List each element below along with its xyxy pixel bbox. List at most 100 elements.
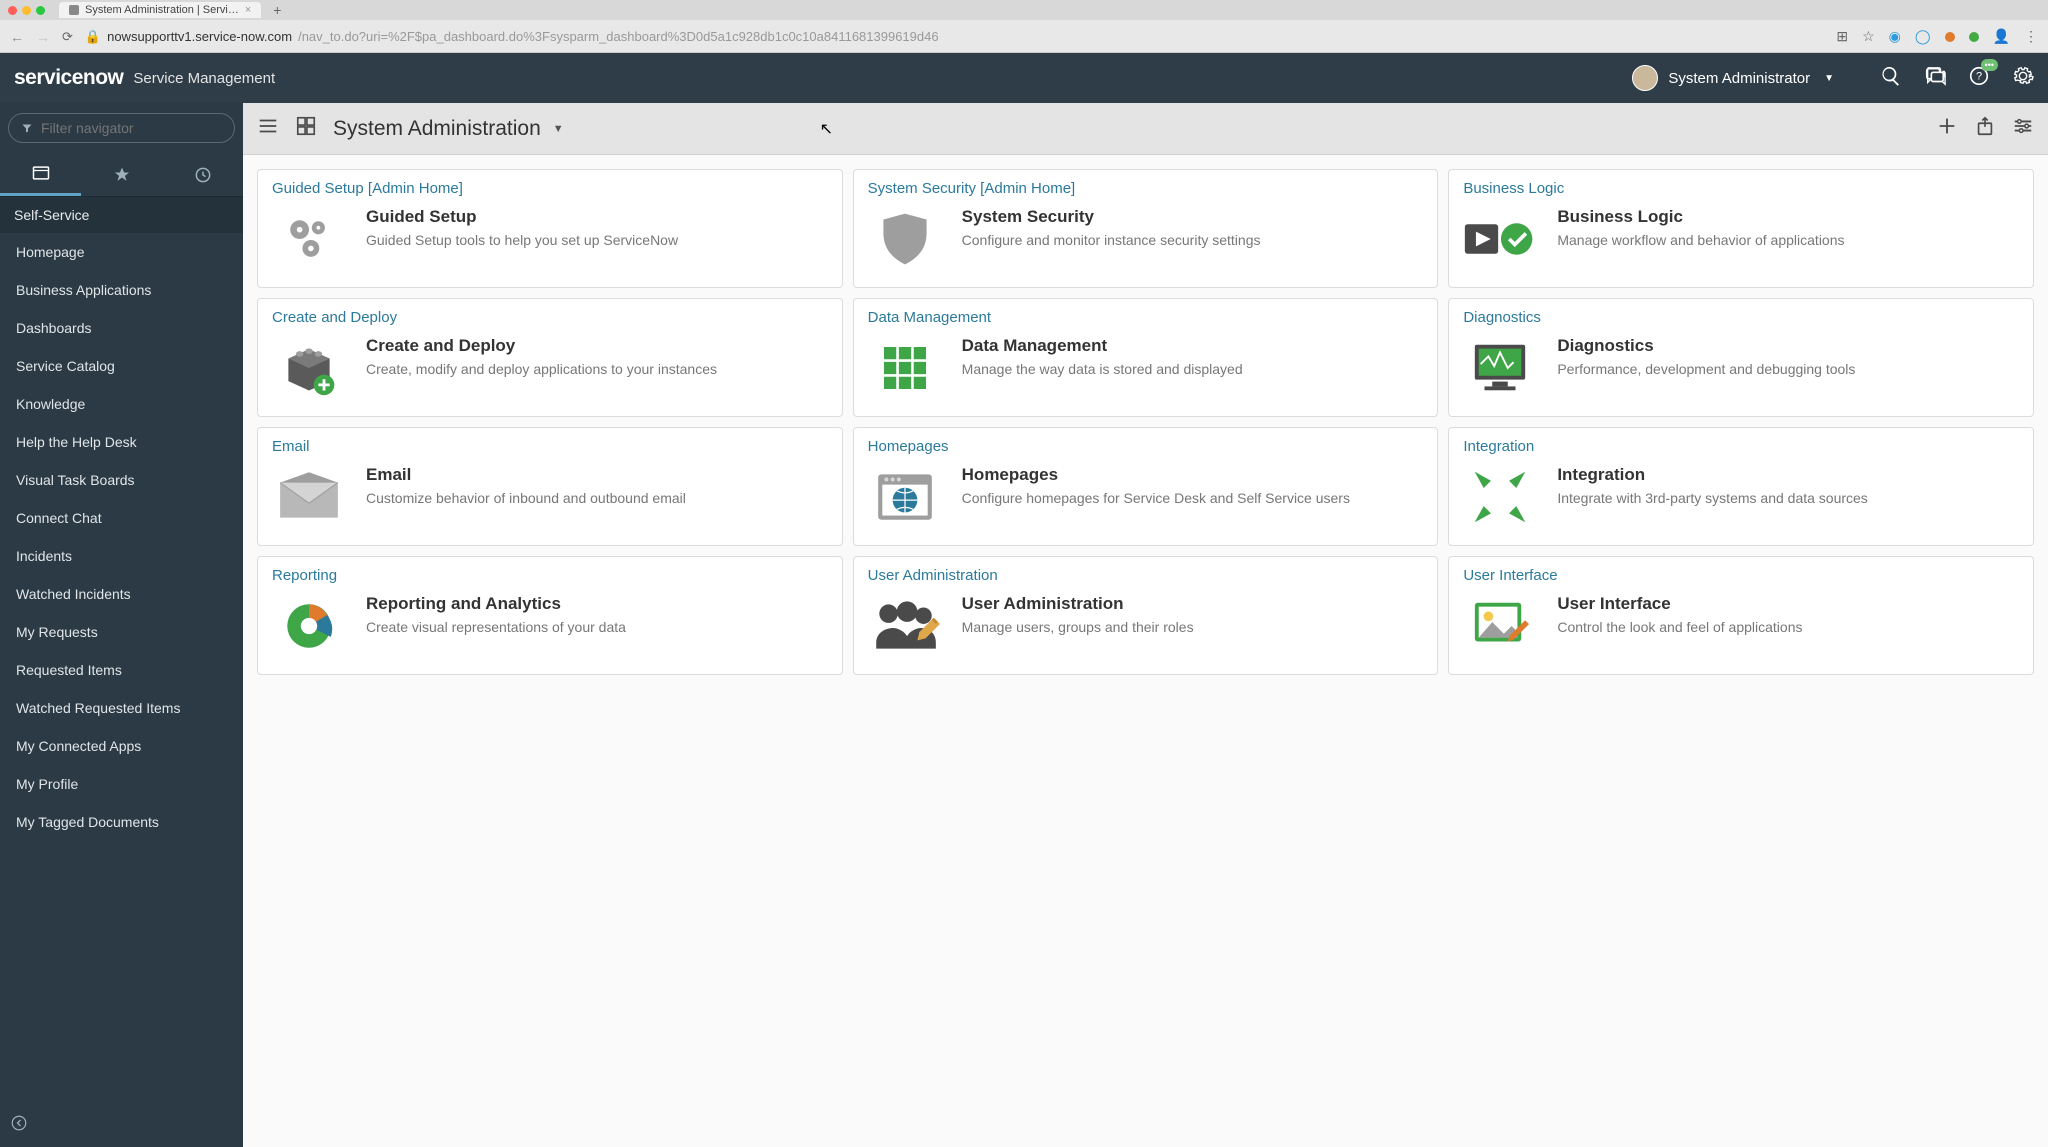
card-title: Homepages	[962, 465, 1350, 485]
card[interactable]: Email Email Customize behavior of inbound …	[257, 427, 843, 546]
nav-item[interactable]: Incidents	[0, 537, 243, 575]
nav-item[interactable]: Homepage	[0, 233, 243, 271]
nav-item[interactable]: Business Applications	[0, 271, 243, 309]
card-header: System Security [Admin Home]	[868, 180, 1424, 197]
nav-item[interactable]: Watched Incidents	[0, 575, 243, 613]
ext1-icon[interactable]: ◉	[1889, 28, 1901, 45]
qr-icon[interactable]: ⊞	[1836, 28, 1848, 45]
nav-tab-favorites[interactable]	[81, 153, 162, 196]
nav-item[interactable]: Dashboards	[0, 309, 243, 347]
card[interactable]: DiagnosticsDiagnosticsPerformance, devel…	[1448, 298, 2034, 417]
monitor-wave-icon	[1463, 336, 1537, 400]
forward-button[interactable]: →	[36, 29, 50, 45]
tab-title: System Administration | Servi…	[85, 4, 239, 16]
dashboard-grid-icon[interactable]	[295, 115, 317, 142]
ext2-icon[interactable]: ◯	[1915, 28, 1931, 45]
clock-icon	[193, 165, 213, 185]
card-header: Email	[272, 438, 828, 455]
browser-action-icons: ⊞ ☆ ◉ ◯ 👤 ⋮	[1836, 28, 2038, 45]
card[interactable]: Guided Setup [Admin Home] Guided Setup Gui…	[257, 169, 843, 288]
browser-tab[interactable]: System Administration | Servi… ×	[59, 2, 261, 18]
nav-item[interactable]: My Requests	[0, 613, 243, 651]
share-button[interactable]	[1974, 115, 1996, 142]
nav-item[interactable]: Service Catalog	[0, 347, 243, 385]
hamburger-icon[interactable]	[257, 115, 279, 142]
dashboard-picker[interactable]: System Administration ▼	[333, 117, 564, 141]
pie-icon	[272, 594, 346, 658]
card-header: Integration	[1463, 438, 2019, 455]
gear-icon[interactable]	[2012, 65, 2034, 92]
avatar	[1632, 65, 1658, 91]
sidebar: Self-Service HomepageBusiness Applicatio…	[0, 103, 243, 1147]
close-tab-icon[interactable]: ×	[245, 4, 251, 16]
nav-section-header[interactable]: Self-Service	[0, 197, 243, 233]
card[interactable]: IntegrationIntegrationIntegrate with 3rd…	[1448, 427, 2034, 546]
user-menu[interactable]: System Administrator ▼	[1632, 65, 1834, 91]
card-title: Reporting and Analytics	[366, 594, 626, 614]
collapse-sidebar-button[interactable]	[10, 1119, 28, 1136]
menu-icon[interactable]: ⋮	[2024, 28, 2038, 45]
nav-item[interactable]: Knowledge	[0, 385, 243, 423]
card-description: Customize behavior of inbound and outbou…	[366, 489, 686, 508]
card-header: Diagnostics	[1463, 309, 2019, 326]
reload-button[interactable]: ⟳	[62, 29, 73, 45]
card-header: User Administration	[868, 567, 1424, 584]
grid-icon	[868, 336, 942, 400]
window-controls[interactable]	[8, 6, 45, 15]
card-description: Manage users, groups and their roles	[962, 618, 1194, 637]
nav-item[interactable]: Help the Help Desk	[0, 423, 243, 461]
card[interactable]: ReportingReporting and AnalyticsCreate v…	[257, 556, 843, 675]
card[interactable]: User InterfaceUser InterfaceControl the …	[1448, 556, 2034, 675]
star-icon[interactable]: ☆	[1862, 28, 1875, 45]
card-title: Email	[366, 465, 686, 485]
user-name: System Administrator	[1668, 70, 1810, 87]
card-header: Guided Setup [Admin Home]	[272, 180, 828, 197]
dashboard-title: System Administration	[333, 117, 541, 141]
nav-tab-all[interactable]	[0, 153, 81, 196]
search-icon[interactable]	[1880, 65, 1902, 92]
back-button[interactable]: ←	[10, 29, 24, 45]
card[interactable]: Create and DeployCreate and DeployCreate…	[257, 298, 843, 417]
address-bar[interactable]: 🔒 nowsupporttv1.service-now.com/nav_to.d…	[85, 29, 1824, 45]
nav-item[interactable]: My Connected Apps	[0, 727, 243, 765]
filter-navigator[interactable]	[8, 113, 235, 143]
ext3-icon[interactable]	[1945, 29, 1955, 45]
add-widget-button[interactable]	[1936, 115, 1958, 142]
card[interactable]: Business LogicBusiness LogicManage workf…	[1448, 169, 2034, 288]
card-description: Manage workflow and behavior of applicat…	[1557, 231, 1844, 250]
nav-item[interactable]: Watched Requested Items	[0, 689, 243, 727]
cursor-indicator: ↖	[820, 119, 833, 139]
card[interactable]: Data ManagementData ManagementManage the…	[853, 298, 1439, 417]
card-description: Configure and monitor instance security …	[962, 231, 1261, 250]
url-host: nowsupporttv1.service-now.com	[107, 29, 292, 44]
nav-item[interactable]: My Tagged Documents	[0, 803, 243, 841]
nav-tab-history[interactable]	[162, 153, 243, 196]
content-toolbar: System Administration ▼ ↖	[243, 103, 2048, 155]
card-description: Guided Setup tools to help you set up Se…	[366, 231, 678, 250]
box-plus-icon	[272, 336, 346, 400]
logo[interactable]: servicenow	[14, 66, 123, 90]
nav-item[interactable]: Visual Task Boards	[0, 461, 243, 499]
chat-icon[interactable]	[1924, 65, 1946, 92]
help-icon[interactable]: ? •••	[1968, 65, 1990, 92]
card[interactable]: HomepagesHomepagesConfigure homepages fo…	[853, 427, 1439, 546]
help-badge: •••	[1981, 59, 1998, 71]
card-title: Guided Setup	[366, 207, 678, 227]
nav-item[interactable]: Requested Items	[0, 651, 243, 689]
browser-chrome: System Administration | Servi… × + ← → ⟳…	[0, 0, 2048, 53]
profile-icon[interactable]: 👤	[1993, 28, 2010, 45]
new-tab-button[interactable]: +	[267, 2, 287, 18]
card-description: Control the look and feel of application…	[1557, 618, 1802, 637]
shield-lock-icon	[868, 207, 942, 271]
star-icon	[112, 165, 132, 185]
logo-subtitle: Service Management	[133, 70, 275, 87]
nav-item[interactable]: My Profile	[0, 765, 243, 803]
card-title: Business Logic	[1557, 207, 1844, 227]
ext4-icon[interactable]	[1969, 29, 1979, 45]
filter-input[interactable]	[41, 120, 222, 136]
configure-button[interactable]	[2012, 115, 2034, 142]
card[interactable]: System Security [Admin Home]System Secur…	[853, 169, 1439, 288]
app-header: servicenow Service Management System Adm…	[0, 53, 2048, 103]
nav-item[interactable]: Connect Chat	[0, 499, 243, 537]
card[interactable]: User AdministrationUser AdministrationMa…	[853, 556, 1439, 675]
